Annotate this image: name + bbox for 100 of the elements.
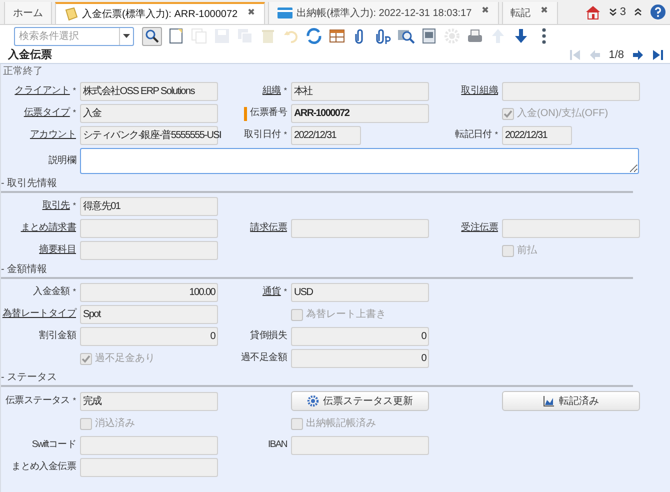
tab-label: ホーム (13, 6, 43, 20)
record-position: 1/8 (608, 48, 624, 63)
field-label-link[interactable]: 請求伝票 (250, 221, 287, 236)
close-icon[interactable]: ✖ (248, 6, 256, 20)
next-record-icon[interactable] (632, 49, 644, 61)
tab-label: 入金伝票(標準入力): ARR-1000072 (82, 8, 238, 22)
notepad-icon (64, 7, 78, 21)
zoom-icon[interactable] (397, 27, 415, 45)
checkbox-label: 過不足金あり (95, 352, 155, 366)
text-field[interactable] (80, 219, 218, 238)
section-header[interactable]: - 金額情報 (1, 264, 48, 275)
field-label: 伝票ステータス (5, 394, 70, 408)
field-label: 貸倒損失 (250, 329, 287, 344)
field-label: 伝票番号 (250, 106, 287, 120)
checkbox-label: 入金(ON)/支払(OFF) (517, 106, 608, 121)
tab-label: 転記 (510, 6, 531, 20)
search-icon (145, 29, 159, 43)
required-mark: * (72, 394, 76, 407)
home-icon[interactable] (584, 4, 601, 20)
field-label-link[interactable]: 組織 (262, 84, 281, 99)
text-field[interactable]: ARR-1000072 (291, 104, 429, 123)
text-field[interactable]: 株式会社OSS ERP Solutions (80, 82, 218, 101)
field-label: IBAN (268, 438, 287, 452)
text-field[interactable] (291, 436, 429, 455)
text-field[interactable]: 入金 (80, 104, 218, 123)
field-label-link[interactable]: 伝票タイプ (24, 106, 70, 121)
checkbox[interactable] (80, 352, 92, 364)
field-label: 取引日付 (244, 128, 281, 142)
text-field[interactable]: USD (291, 283, 429, 302)
search-input[interactable]: 検索条件選択 (15, 28, 119, 44)
window-title: 入金伝票 (8, 48, 52, 63)
required-mark: * (284, 286, 287, 298)
text-field[interactable]: 2022/12/31 (502, 126, 572, 145)
paperclip-icon[interactable] (374, 27, 392, 45)
search-combo[interactable]: 検索条件選択 (14, 26, 134, 46)
field-label-link[interactable]: 取引組織 (461, 84, 498, 99)
caret-down-icon (123, 34, 130, 38)
text-field[interactable] (80, 436, 218, 455)
checkbox[interactable] (291, 308, 303, 320)
status-message: 正常終了 (3, 66, 44, 78)
last-record-icon[interactable] (652, 49, 664, 61)
text-field[interactable]: 0 (291, 327, 429, 346)
field-label-link[interactable]: 通貨 (262, 285, 281, 300)
new-document-icon[interactable] (167, 27, 185, 45)
close-icon[interactable]: ✖ (540, 4, 549, 18)
required-mark: * (72, 107, 76, 120)
down-arrow-icon[interactable] (512, 27, 530, 45)
double-chevron-down-icon[interactable] (608, 8, 617, 16)
checkbox-label: 消込済み (95, 416, 135, 431)
text-field[interactable] (80, 241, 218, 260)
help-icon[interactable] (650, 4, 666, 20)
search-button[interactable] (142, 26, 162, 46)
text-field[interactable] (291, 219, 429, 238)
printer-icon[interactable] (466, 27, 484, 45)
field-label: まとめ入金伝票 (12, 460, 76, 474)
checkbox[interactable] (502, 244, 514, 256)
text-field[interactable]: Spot (80, 305, 218, 324)
section-header[interactable]: - 取引先情報 (1, 178, 58, 189)
text-field[interactable]: 完成 (80, 392, 218, 410)
report-icon[interactable] (420, 27, 438, 45)
double-chevron-up-icon[interactable] (634, 8, 642, 16)
field-label-link[interactable]: 為替レートタイプ (2, 307, 76, 322)
field-label-link[interactable]: 受注伝票 (461, 221, 498, 236)
text-field[interactable]: 2022/12/31 (291, 126, 361, 145)
required-mark: * (284, 129, 287, 142)
field-label: 割引金額 (39, 329, 76, 344)
text-field[interactable]: 本社 (291, 82, 429, 101)
close-icon[interactable]: ✖ (482, 4, 490, 18)
required-mark: * (72, 200, 76, 212)
text-field[interactable]: 100.00 (80, 283, 218, 302)
tab[interactable]: 入金伝票(標準入力): ARR-1000072 ✖ (55, 2, 265, 24)
tab[interactable]: 転記 ✖ (502, 2, 558, 24)
field-label: 転記日付 (455, 128, 492, 142)
field-label-link[interactable]: まとめ請求書 (20, 221, 76, 236)
field-label-link[interactable]: クライアント (14, 84, 70, 99)
field-label-link[interactable]: 取引先 (42, 199, 70, 214)
action-button[interactable]: 転記済み (502, 391, 640, 411)
text-field[interactable] (502, 219, 640, 238)
checkbox[interactable] (502, 108, 514, 120)
text-field[interactable] (502, 82, 640, 101)
table-icon[interactable] (328, 27, 346, 45)
required-mark: * (72, 85, 76, 98)
hidden-tab-count: 3 (620, 4, 626, 20)
required-mark: * (72, 286, 76, 298)
text-field[interactable] (80, 458, 218, 477)
tab[interactable]: ホーム (4, 2, 52, 24)
checkbox[interactable] (291, 418, 303, 430)
text-field[interactable]: 0 (80, 327, 218, 346)
field-label-link[interactable]: 摘要科目 (39, 243, 76, 258)
refresh-icon[interactable] (305, 27, 323, 45)
field-label-link[interactable]: アカウント (30, 128, 76, 143)
text-field[interactable]: 得意先01 (80, 197, 218, 216)
card-icon (276, 7, 293, 19)
tab[interactable]: 出納帳(標準入力): 2022-12-31 18:03:17 ✖ (268, 2, 499, 24)
action-button[interactable]: 伝票ステータス更新 (291, 391, 429, 411)
section-header[interactable]: - ステータス (1, 372, 58, 383)
field-label: 過不足金額 (240, 351, 287, 366)
description-field[interactable] (80, 148, 639, 174)
checkbox[interactable] (80, 418, 92, 430)
text-field[interactable]: 0 (291, 349, 429, 368)
